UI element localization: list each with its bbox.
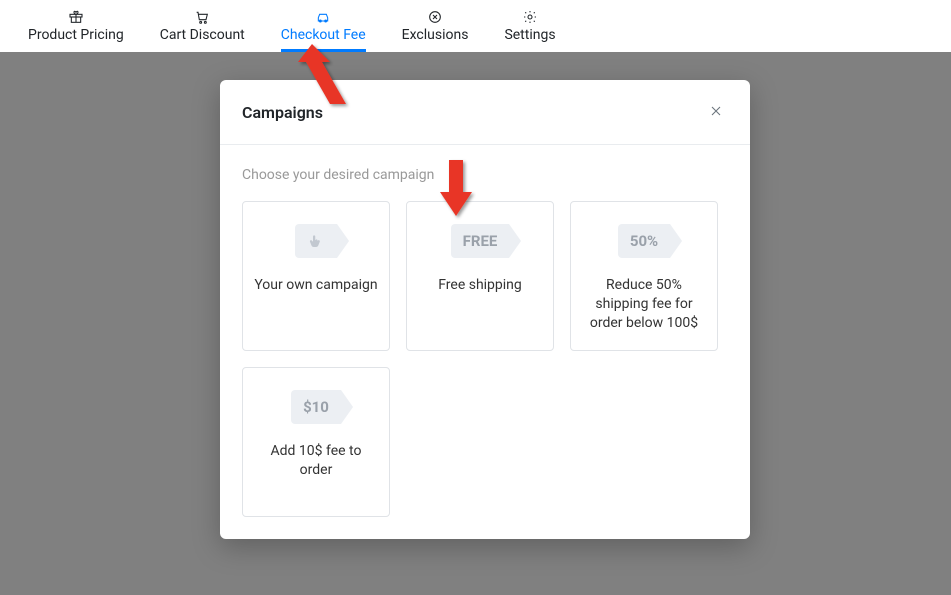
cart-icon	[194, 9, 210, 25]
campaigns-modal: Campaigns Choose your desired campaign Y…	[220, 80, 750, 539]
modal-subtitle: Choose your desired campaign	[242, 167, 728, 183]
campaign-card-free-shipping[interactable]: FREE Free shipping	[406, 201, 554, 351]
badge-50-percent: 50%	[618, 224, 670, 258]
campaign-cards: Your own campaign FREE Free shipping 50%…	[242, 201, 728, 517]
card-label: Your own campaign	[254, 276, 377, 295]
tab-label: Checkout Fee	[281, 27, 366, 49]
tab-label: Exclusions	[402, 27, 469, 49]
card-label: Reduce 50% shipping fee for order below …	[581, 276, 707, 333]
badge-10-dollar: $10	[291, 390, 341, 424]
gift-icon	[68, 9, 84, 25]
campaign-card-reduce-50[interactable]: 50% Reduce 50% shipping fee for order be…	[570, 201, 718, 351]
circle-x-icon	[427, 9, 443, 25]
modal-title: Campaigns	[242, 103, 323, 122]
campaign-card-own[interactable]: Your own campaign	[242, 201, 390, 351]
tab-settings[interactable]: Settings	[486, 0, 573, 52]
tab-label: Cart Discount	[160, 27, 245, 49]
tab-checkout-fee[interactable]: Checkout Fee	[263, 0, 384, 52]
tab-label: Product Pricing	[28, 27, 124, 49]
car-icon	[315, 9, 331, 25]
modal-body: Choose your desired campaign Your own ca…	[220, 145, 750, 539]
close-icon[interactable]	[704, 98, 728, 126]
hand-icon	[295, 224, 337, 258]
gear-icon	[522, 9, 538, 25]
tab-product-pricing[interactable]: Product Pricing	[10, 0, 142, 52]
tab-exclusions[interactable]: Exclusions	[384, 0, 487, 52]
badge-free: FREE	[451, 224, 510, 258]
card-label: Free shipping	[438, 276, 522, 295]
card-label: Add 10$ fee to order	[253, 442, 379, 480]
tab-label: Settings	[504, 27, 555, 49]
campaign-card-add-10[interactable]: $10 Add 10$ fee to order	[242, 367, 390, 517]
modal-header: Campaigns	[220, 80, 750, 145]
tab-cart-discount[interactable]: Cart Discount	[142, 0, 263, 52]
top-tabs: Product Pricing Cart Discount Checkout F…	[0, 0, 951, 52]
